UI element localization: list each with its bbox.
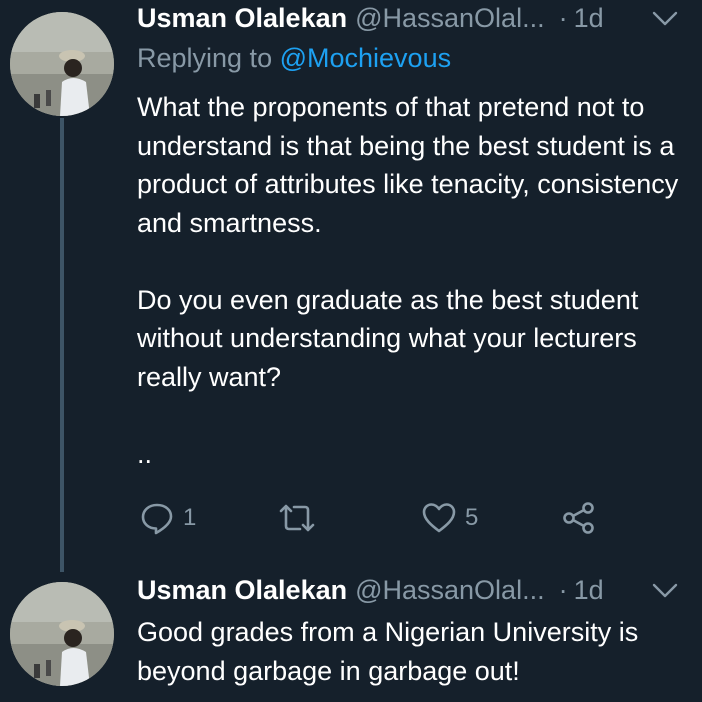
like-count: 5	[465, 504, 479, 531]
tweet-text: What the proponents of that pretend not …	[137, 88, 697, 473]
thread-line	[60, 118, 64, 572]
tweet-paragraph: What the proponents of that pretend not …	[137, 92, 679, 238]
timestamp[interactable]: 1d	[574, 3, 604, 34]
user-handle[interactable]: @HassanOlal...	[355, 3, 544, 34]
display-name[interactable]: Usman Olalekan	[137, 3, 347, 34]
user-handle[interactable]: @HassanOlal...	[355, 575, 544, 606]
timestamp[interactable]: 1d	[574, 575, 604, 606]
avatar-photo	[10, 582, 114, 686]
separator-dot: ·	[558, 575, 568, 605]
reply-count: 1	[183, 504, 197, 531]
share-button[interactable]	[561, 498, 597, 538]
tweet-2[interactable]: Usman Olalekan @HassanOlal... · 1d Good …	[0, 570, 702, 702]
tweet-actions: 1 5	[137, 498, 607, 538]
like-button[interactable]: 5	[421, 498, 478, 538]
replying-to: Replying to @Mochievous	[137, 43, 451, 74]
separator-dot: ·	[558, 3, 568, 33]
retweet-icon	[279, 504, 315, 532]
display-name[interactable]: Usman Olalekan	[137, 575, 347, 606]
retweet-button[interactable]	[277, 498, 325, 538]
avatar-photo	[10, 12, 114, 116]
replying-to-label: Replying to	[137, 43, 273, 73]
tweet-paragraph: ..	[137, 438, 153, 469]
share-icon	[563, 502, 594, 534]
avatar[interactable]	[10, 12, 114, 116]
reply-icon	[141, 503, 173, 535]
tweet-header: Usman Olalekan @HassanOlal... · 1d	[137, 3, 697, 37]
tweet-paragraph: Good grades from a Nigerian University i…	[137, 617, 639, 686]
tweet-paragraph: Do you even graduate as the best student…	[137, 284, 639, 392]
mention-link[interactable]: @Mochievous	[280, 43, 451, 73]
like-icon	[422, 503, 456, 533]
chevron-down-icon[interactable]	[652, 10, 678, 28]
chevron-down-icon[interactable]	[652, 582, 678, 600]
tweet-1[interactable]: Usman Olalekan @HassanOlal... · 1d Reply…	[0, 0, 702, 572]
tweet-header: Usman Olalekan @HassanOlal... · 1d	[137, 575, 697, 609]
avatar[interactable]	[10, 582, 114, 686]
tweet-text: Good grades from a Nigerian University i…	[137, 613, 697, 690]
reply-button[interactable]: 1	[139, 498, 196, 538]
